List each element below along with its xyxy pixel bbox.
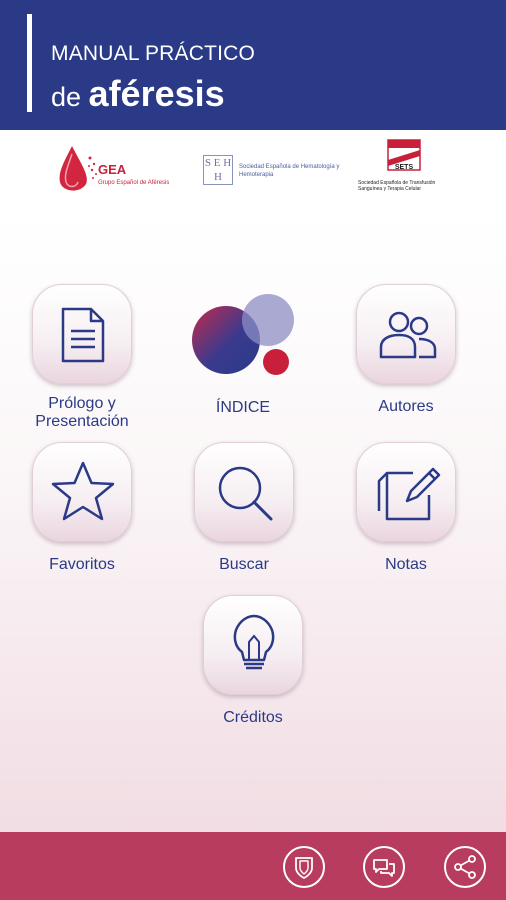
sehh-logo: S E H H Sociedad Española de Hematología… (203, 155, 343, 187)
autores-label: Autores (378, 398, 434, 415)
header-title-line1: MANUAL PRÁCTICO (51, 42, 256, 65)
prologo-label: Prólogo y Presentación (35, 395, 129, 430)
favoritos-button[interactable] (32, 442, 132, 542)
bottom-toolbar (0, 832, 506, 900)
header-title-line2: de aféresis (51, 73, 225, 115)
edit-note-icon (377, 467, 441, 521)
buscar-label: Buscar (219, 556, 269, 573)
sehh-logo-name: Sociedad Española de Hematología y Hemot… (239, 164, 340, 178)
creditos-button[interactable] (203, 595, 303, 695)
sets-logo-name: SETS (395, 164, 414, 171)
share-button[interactable] (444, 846, 486, 888)
creditos-label: Créditos (223, 709, 283, 726)
shield-icon (295, 857, 313, 879)
notas-button[interactable] (356, 442, 456, 542)
notas-label: Notas (385, 556, 427, 573)
sets-mark-icon: SETS (387, 139, 421, 171)
indice-button[interactable] (188, 288, 300, 380)
sehh-logo-mark: S E H H (203, 155, 233, 185)
users-icon (379, 311, 437, 359)
gea-drop-icon (59, 146, 97, 191)
chat-icon (373, 859, 395, 877)
sets-logo: SETS Sociedad Española de Transfusión Sa… (358, 138, 453, 200)
star-icon (51, 461, 115, 521)
lightbulb-icon (233, 614, 275, 670)
share-icon (454, 855, 476, 879)
prologo-button[interactable] (32, 284, 132, 384)
indice-label: ÍNDICE (215, 399, 271, 416)
privacy-button[interactable] (283, 846, 325, 888)
app-header: MANUAL PRÁCTICO de aféresis (0, 0, 506, 130)
document-icon (61, 307, 105, 363)
gea-logo-subtitle: Grupo Español de Aféresis (98, 180, 170, 186)
sponsor-logos: GEA Grupo Español de Aféresis S E H H So… (0, 130, 506, 214)
indice-circles-icon (192, 294, 294, 375)
search-icon (218, 466, 273, 521)
chat-button[interactable] (363, 846, 405, 888)
gea-logo-name: GEA (98, 162, 127, 177)
favoritos-label: Favoritos (49, 556, 115, 573)
header-title-bold: aféresis (88, 73, 225, 114)
autores-button[interactable] (356, 284, 456, 384)
gea-logo: GEA Grupo Español de Aféresis (56, 142, 186, 198)
buscar-button[interactable] (194, 442, 294, 542)
main-menu: Prólogo y Presentación ÍNDICE Autores Fa… (0, 212, 506, 832)
sets-logo-subtitle: Sociedad Española de Transfusión Sanguín… (358, 180, 436, 192)
header-accent-bar (27, 14, 32, 112)
header-title-pre: de (51, 82, 89, 112)
